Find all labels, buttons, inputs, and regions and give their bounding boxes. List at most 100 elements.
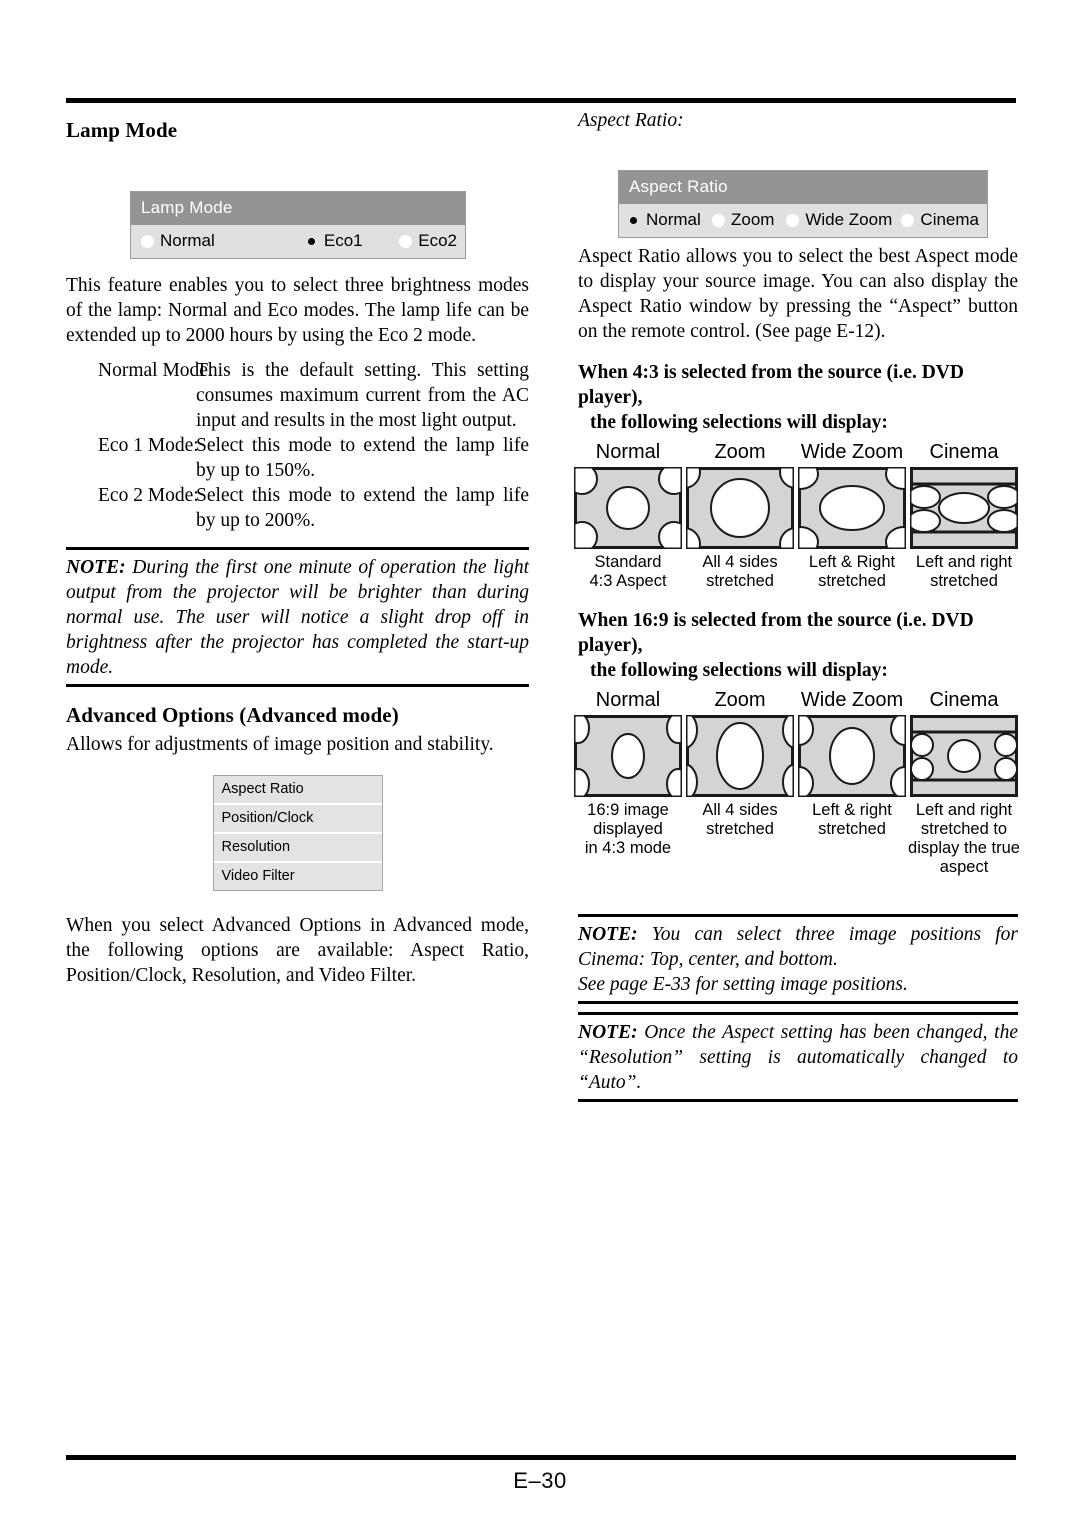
note-second-line: See page E-33 for setting image position…: [578, 974, 908, 995]
definition-term-eco1-mode: Eco 1 Mode:: [98, 435, 199, 456]
diagram-16-9-normal: Normal 16:9 image displayed in 4:3 mode: [572, 689, 684, 858]
diagram-label-4-3-wide-zoom: Wide Zoom: [800, 441, 904, 463]
radio-icon-aspect-zoom[interactable]: [711, 213, 725, 227]
caption-line: stretched: [706, 820, 774, 838]
advanced-options-menu[interactable]: Aspect Ratio Position/Clock Resolution V…: [212, 775, 383, 891]
note-resolution-auto: NOTE: Once the Aspect setting has been c…: [578, 1012, 1018, 1102]
caption-line: Left & right: [812, 801, 892, 819]
radio-label-aspect-cinema: Cinema: [920, 210, 980, 229]
menu-item-resolution[interactable]: Resolution: [213, 834, 382, 863]
diagram-label-4-3-zoom: Zoom: [714, 441, 766, 463]
aspect-ratio-intro: Aspect Ratio allows you to select the be…: [578, 246, 1018, 342]
diagram-label-16-9-wide-zoom: Wide Zoom: [800, 689, 904, 711]
caption-line: stretched to: [920, 820, 1008, 838]
note-prefix: NOTE:: [66, 557, 126, 578]
radio-option-aspect-cinema[interactable]: Cinema: [901, 210, 979, 230]
right-column: Aspect Ratio: Aspect Ratio Normal Zoom W…: [574, 110, 1020, 1102]
page-title-advanced-options: Advanced Options (Advanced mode): [66, 703, 399, 727]
radio-option-normal[interactable]: Normal: [141, 231, 305, 251]
diagram-image-16-9-normal: [574, 715, 682, 797]
caption-line: Standard: [594, 553, 662, 571]
caption-line: Left and right: [915, 553, 1013, 571]
diagram-caption-4-3-wide-zoom: Left & Right stretched: [796, 553, 908, 591]
radio-option-eco1[interactable]: Eco1: [304, 231, 399, 251]
diagram-caption-16-9-wide-zoom: Left & right stretched: [796, 801, 908, 839]
caption-line: All 4 sides: [702, 801, 778, 819]
top-horizontal-rule: [66, 98, 1016, 103]
radio-option-aspect-normal[interactable]: Normal: [627, 210, 712, 230]
radio-option-aspect-zoom[interactable]: Zoom: [711, 210, 786, 230]
osd-body-aspect-ratio: Normal Zoom Wide Zoom Cinema: [619, 204, 987, 237]
definition-row-eco2-mode: Eco 2 Mode: Select this mode to extend t…: [66, 483, 529, 533]
note-lamp-warmup: NOTE: During the first one minute of ope…: [66, 547, 529, 687]
diagram-image-16-9-cinema: [910, 715, 1018, 797]
lamp-mode-widget-area: Lamp Mode Normal Eco1 Eco2: [66, 143, 529, 261]
menu-item-aspect-ratio[interactable]: Aspect Ratio: [213, 776, 382, 805]
section-heading-16-9-line1: When 16:9 is selected from the source (i…: [578, 610, 974, 656]
definition-desc-eco2-mode: Select this mode to extend the lamp life…: [196, 485, 529, 531]
left-column: Lamp Mode Lamp Mode Normal Eco1 Eco2 Thi…: [66, 110, 529, 988]
radio-label-eco1: Eco1: [323, 231, 363, 250]
radio-icon-aspect-normal[interactable]: [627, 213, 640, 227]
aspect-ratio-osd-window[interactable]: Aspect Ratio Normal Zoom Wide Zoom Cinem…: [618, 170, 988, 238]
diagram-image-4-3-zoom: [686, 467, 794, 549]
page-number: E–30: [513, 1468, 567, 1493]
aspect-ratio-caption: Aspect Ratio:: [578, 110, 684, 131]
diagram-label-16-9-normal: Normal: [595, 689, 661, 711]
caption-line: stretched: [818, 572, 886, 590]
section-heading-4-3: When 4:3 is selected from the source (i.…: [578, 360, 1018, 435]
lamp-mode-osd-window[interactable]: Lamp Mode Normal Eco1 Eco2: [130, 191, 466, 259]
diagram-label-16-9-zoom: Zoom: [714, 689, 766, 711]
diagram-16-9-zoom: Zoom All 4 sides stretched: [684, 689, 796, 839]
menu-item-position-clock[interactable]: Position/Clock: [213, 805, 382, 834]
diagram-16-9-wide-zoom: Wide Zoom Left & right stretched: [796, 689, 908, 839]
caption-line: displayed: [593, 820, 663, 838]
definition-row-normal-mode: Normal Mode: This is the default setting…: [66, 358, 529, 433]
diagram-4-3-wide-zoom: Wide Zoom Left & Right stretched: [796, 441, 908, 591]
radio-icon-aspect-wide-zoom[interactable]: [786, 213, 800, 227]
note-prefix: NOTE:: [578, 924, 638, 945]
radio-option-eco2[interactable]: Eco2: [399, 231, 457, 251]
section-heading-16-9: When 16:9 is selected from the source (i…: [578, 608, 1018, 683]
radio-label-eco2: Eco2: [418, 231, 457, 250]
radio-icon-eco2[interactable]: [399, 234, 413, 248]
diagram-4-3-cinema: Cinema Left and right stretched: [908, 441, 1020, 591]
caption-line: display the true: [908, 839, 1020, 857]
radio-label-aspect-zoom: Zoom: [730, 210, 775, 229]
diagram-caption-16-9-cinema: Left and right stretched to display the …: [908, 801, 1020, 877]
caption-line: Left and right: [915, 801, 1013, 819]
osd-title-aspect-ratio: Aspect Ratio: [619, 171, 987, 204]
note-cinema-positions: NOTE: You can select three image positio…: [578, 914, 1018, 1004]
caption-line: 4:3 Aspect: [589, 572, 667, 590]
diagram-image-16-9-zoom: [686, 715, 794, 797]
diagram-image-4-3-normal: [574, 467, 682, 549]
section-heading-16-9-line2: the following selections will display:: [590, 660, 888, 681]
diagram-image-4-3-wide-zoom: [798, 467, 906, 549]
radio-label-aspect-wide-zoom: Wide Zoom: [805, 210, 893, 229]
diagram-label-16-9-cinema: Cinema: [929, 689, 999, 711]
caption-line: 16:9 image: [587, 801, 669, 819]
bottom-horizontal-rule: [66, 1455, 1016, 1460]
radio-icon-eco1[interactable]: [304, 234, 318, 248]
note-text: During the first one minute of operation…: [66, 557, 529, 678]
caption-line: aspect: [939, 858, 989, 876]
page-title-lamp-mode: Lamp Mode: [66, 118, 178, 142]
section-heading-4-3-line2: the following selections will display:: [590, 412, 888, 433]
definition-term-eco2-mode: Eco 2 Mode:: [98, 485, 199, 506]
note-text: You can select three image positions for…: [578, 924, 1018, 970]
section-heading-4-3-line1: When 4:3 is selected from the source (i.…: [578, 362, 964, 408]
diagram-caption-4-3-zoom: All 4 sides stretched: [684, 553, 796, 591]
radio-option-aspect-wide-zoom[interactable]: Wide Zoom: [786, 210, 901, 230]
menu-item-video-filter[interactable]: Video Filter: [213, 863, 382, 890]
diagram-caption-16-9-zoom: All 4 sides stretched: [684, 801, 796, 839]
lamp-mode-definition-list: Normal Mode: This is the default setting…: [66, 358, 529, 533]
caption-line: stretched: [930, 572, 998, 590]
diagram-caption-16-9-normal: 16:9 image displayed in 4:3 mode: [572, 801, 684, 858]
radio-icon-aspect-cinema[interactable]: [901, 213, 915, 227]
lamp-mode-intro-paragraph: This feature enables you to select three…: [66, 275, 529, 346]
diagram-label-4-3-normal: Normal: [595, 441, 661, 463]
definition-desc-eco1-mode: Select this mode to extend the lamp life…: [196, 435, 529, 481]
caption-line: All 4 sides: [702, 553, 778, 571]
radio-icon-normal[interactable]: [141, 234, 154, 248]
definition-desc-normal-mode: This is the default setting. This settin…: [196, 360, 529, 431]
